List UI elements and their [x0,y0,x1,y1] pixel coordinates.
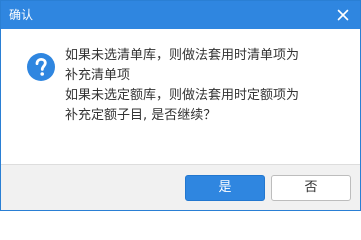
message-line: 补充清单项 [65,68,131,83]
close-icon [337,9,349,21]
dialog-footer: 是 否 [1,164,360,210]
message-line: 如果未选定额库，则做法套用时定额项为 [65,88,300,103]
question-icon [27,53,55,81]
close-button[interactable] [334,6,352,24]
no-button[interactable]: 否 [271,175,351,201]
message-line: 如果未选清单库，则做法套用时清单项为 [65,48,300,63]
confirm-dialog: 确认 如果未选清单库，则做法套用时清单项为 补充清单项 如果未选定额库，则做法套… [0,0,361,211]
dialog-titlebar[interactable]: 确认 [1,1,360,29]
message-line: 补充定额子目, 是否继续？ [65,108,217,123]
dialog-message: 如果未选清单库，则做法套用时清单项为 补充清单项 如果未选定额库，则做法套用时定… [65,46,351,126]
dialog-content: 如果未选清单库，则做法套用时清单项为 补充清单项 如果未选定额库，则做法套用时定… [1,29,360,164]
dialog-title: 确认 [9,8,34,22]
yes-button[interactable]: 是 [185,175,265,201]
